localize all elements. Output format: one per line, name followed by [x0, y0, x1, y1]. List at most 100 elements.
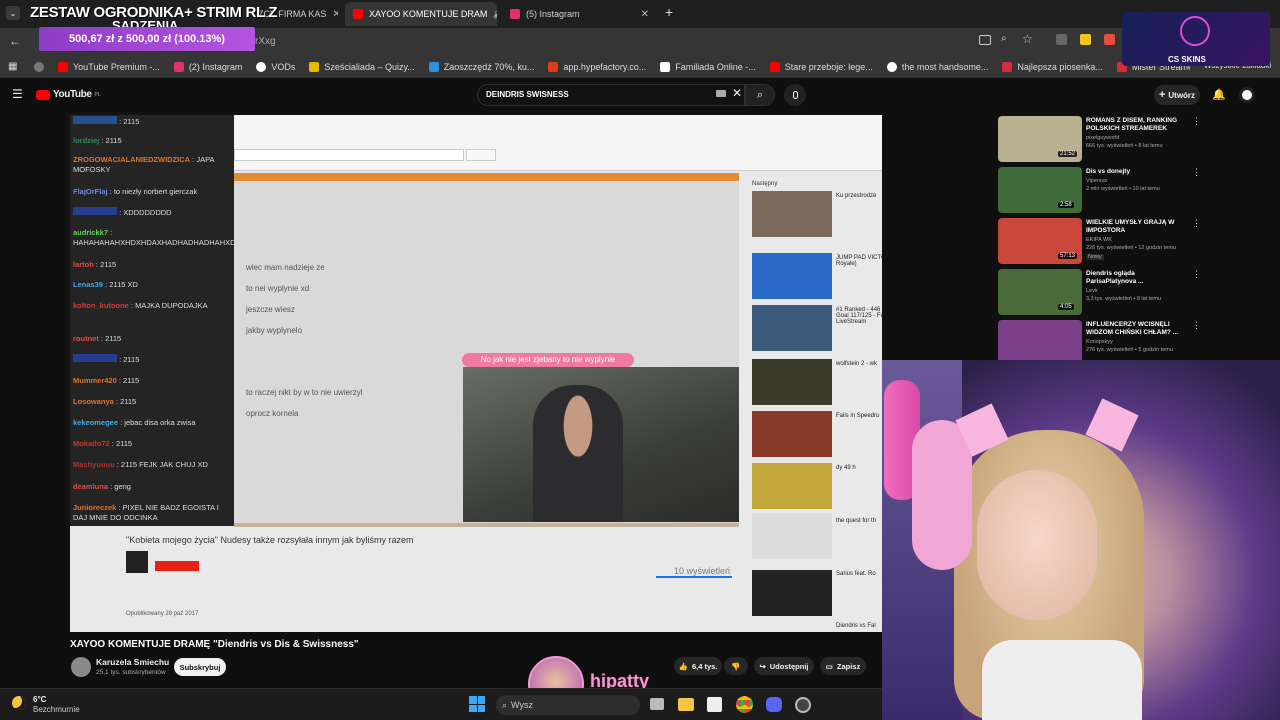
- more-options-icon[interactable]: ⋮: [1192, 320, 1201, 331]
- youtube-play-icon: [36, 89, 50, 100]
- tab-3[interactable]: (5) Instagram ✕: [502, 2, 657, 26]
- inner-views-line: [656, 576, 732, 578]
- bookmark-item[interactable]: Zaoszczędź 70%, ku...: [428, 61, 534, 72]
- subscribe-button[interactable]: Subskrybuj: [174, 658, 226, 676]
- screen-cast-icon[interactable]: [979, 35, 991, 45]
- chat-username[interactable]: FlajOrFlaj: [73, 187, 108, 196]
- weather-icon[interactable]: [12, 696, 26, 710]
- recommended-video[interactable]: 4:05 Diendris ogląda ParisaPlatynova ... L…: [998, 269, 1201, 315]
- chat-username[interactable]: kekeomegee: [73, 418, 118, 427]
- bookmark-item[interactable]: (2) Instagram: [173, 61, 242, 72]
- video-meta: 276 tys. wyświetleń • 5 godzin temu: [1086, 347, 1173, 353]
- tab-2[interactable]: XAYOO KOMENTUJE DRAM 🔊 ✕: [345, 2, 497, 26]
- extension-icon[interactable]: [1104, 34, 1115, 45]
- recommended-video[interactable]: 21:52 ROMANS Z DISEM, RANKING POLSKICH ST…: [998, 116, 1201, 162]
- chat-username[interactable]: [73, 354, 117, 362]
- channel-name[interactable]: Vipersus: [1086, 178, 1107, 184]
- chat-username[interactable]: deamluna: [73, 482, 108, 491]
- close-icon[interactable]: ✕: [641, 9, 649, 20]
- inner-related-title: dy 49 h: [836, 465, 856, 471]
- voice-search-button[interactable]: [784, 84, 806, 106]
- taskbar-search[interactable]: ⌕ Wysz: [496, 695, 640, 715]
- speaker-icon[interactable]: 🔊: [493, 9, 497, 20]
- bookmark-item[interactable]: Familiada Online -...: [660, 61, 756, 72]
- clear-search-icon[interactable]: ✕: [732, 86, 742, 100]
- chat-username[interactable]: Mummer420: [73, 376, 117, 385]
- bookmark-item[interactable]: app.hypefactory.co...: [548, 61, 646, 72]
- chat-username[interactable]: kolton_kutoone: [73, 301, 129, 310]
- more-options-icon[interactable]: ⋮: [1192, 167, 1201, 178]
- search-input[interactable]: DEINDRIS SWISNESS: [477, 84, 745, 106]
- chat-username[interactable]: [73, 116, 117, 124]
- like-button[interactable]: 👍 6,4 tys.: [674, 657, 722, 675]
- video-title[interactable]: ROMANS Z DISEM, RANKING POLSKICH STREAME…: [1086, 117, 1186, 133]
- chat-username[interactable]: lordziej: [73, 136, 99, 145]
- video-title[interactable]: INFLUENCERZY WCISNĘLI WIDZOM CHIŃSKI CHŁ…: [1086, 321, 1186, 337]
- recommended-video[interactable]: 57:13 WIELKIE UMYSŁY GRAJĄ W IMPOSTORA EKI…: [998, 218, 1201, 264]
- avatar[interactable]: [1239, 87, 1255, 103]
- menu-icon[interactable]: ☰: [12, 87, 23, 101]
- create-button[interactable]: + Utwórz: [1154, 85, 1200, 105]
- chat-username[interactable]: Mashyuuuu: [73, 460, 115, 469]
- chat-username[interactable]: Losowanya: [73, 397, 114, 406]
- chrome-icon[interactable]: [736, 696, 753, 713]
- back-icon[interactable]: ←: [9, 34, 21, 48]
- search-button[interactable]: ⌕: [745, 84, 775, 106]
- save-button[interactable]: ▭ Zapisz: [820, 657, 866, 675]
- video-title[interactable]: Diendris ogląda ParisaPlatynova ...: [1086, 270, 1186, 286]
- more-options-icon[interactable]: ⋮: [1192, 218, 1201, 229]
- bookmark-item[interactable]: the most handsome...: [886, 61, 988, 72]
- extension-icon[interactable]: [1080, 34, 1091, 45]
- share-button[interactable]: ↪ Udostępnij: [754, 657, 814, 675]
- chat-username[interactable]: ZROGOWACIALANIEDZWIDZICA: [73, 155, 190, 164]
- youtube-logo[interactable]: YouTube PL: [36, 89, 101, 100]
- channel-name[interactable]: Levir: [1086, 288, 1098, 294]
- steam-icon[interactable]: [795, 697, 811, 713]
- weather-temp[interactable]: 6°C: [33, 695, 46, 704]
- channel-name[interactable]: EKIPA WK: [1086, 237, 1112, 243]
- apps-icon[interactable]: ▦: [8, 61, 17, 72]
- bookmark-item[interactable]: YouTube Premium -...: [58, 61, 160, 72]
- extension-icon[interactable]: [1056, 34, 1067, 45]
- bookmark-item[interactable]: Sześcialiada – Quizy...: [309, 61, 415, 72]
- channel-name[interactable]: Karuzela Smiechu: [96, 657, 169, 667]
- chat-username[interactable]: Lenas39: [73, 280, 103, 289]
- channel-avatar[interactable]: [71, 657, 91, 677]
- task-view-icon[interactable]: [650, 698, 664, 710]
- discord-icon[interactable]: [766, 697, 782, 712]
- keyboard-icon[interactable]: [716, 90, 726, 97]
- weather-desc[interactable]: Bezchmurnie: [33, 705, 80, 714]
- recommended-video[interactable]: 2:58 Dis vs donejty Vipersus 2 mln wyświetl…: [998, 167, 1201, 213]
- channel-name[interactable]: pixelguyworld: [1086, 135, 1119, 141]
- video-title[interactable]: WIELKIE UMYSŁY GRAJĄ W IMPOSTORA: [1086, 219, 1186, 235]
- bookmark-item[interactable]: Stare przeboje: lege...: [769, 61, 873, 72]
- inner-channel-thumb: [126, 551, 148, 573]
- chat-username[interactable]: routnet: [73, 334, 99, 343]
- file-explorer-icon[interactable]: [678, 698, 694, 711]
- chat-username[interactable]: [73, 207, 117, 215]
- zoom-icon[interactable]: ⌕: [1001, 33, 1007, 44]
- store-icon[interactable]: [707, 697, 722, 712]
- bookmark-star-icon[interactable]: ☆: [1022, 32, 1033, 46]
- youtube-wordmark: YouTube: [53, 89, 92, 100]
- windows-start-icon[interactable]: [469, 696, 485, 712]
- notifications-icon[interactable]: 🔔: [1212, 88, 1226, 101]
- url-field[interactable]: rXxg: [255, 36, 276, 47]
- new-badge: Nowy: [1086, 254, 1104, 260]
- close-icon[interactable]: ✕: [332, 9, 338, 20]
- new-tab-button[interactable]: +: [665, 4, 673, 20]
- tab-list-button[interactable]: ⌄: [6, 6, 20, 20]
- chat-username[interactable]: Junioreczek: [73, 503, 116, 512]
- more-options-icon[interactable]: ⋮: [1192, 116, 1201, 127]
- more-options-icon[interactable]: ⋮: [1192, 269, 1201, 280]
- chat-username[interactable]: Mokado72: [73, 439, 110, 448]
- bookmark-item[interactable]: [34, 61, 44, 72]
- dislike-button[interactable]: 👎: [724, 657, 748, 675]
- channel-name[interactable]: Konopskyy: [1086, 339, 1113, 345]
- video-title[interactable]: Dis vs donejty: [1086, 168, 1186, 176]
- chat-username[interactable]: lartoh: [73, 260, 94, 269]
- globe-icon: [886, 61, 897, 72]
- bookmark-item[interactable]: VODs: [256, 61, 295, 72]
- bookmark-item[interactable]: Najlepsza piosenka...: [1002, 61, 1103, 72]
- chat-username[interactable]: audrickk7: [73, 228, 108, 237]
